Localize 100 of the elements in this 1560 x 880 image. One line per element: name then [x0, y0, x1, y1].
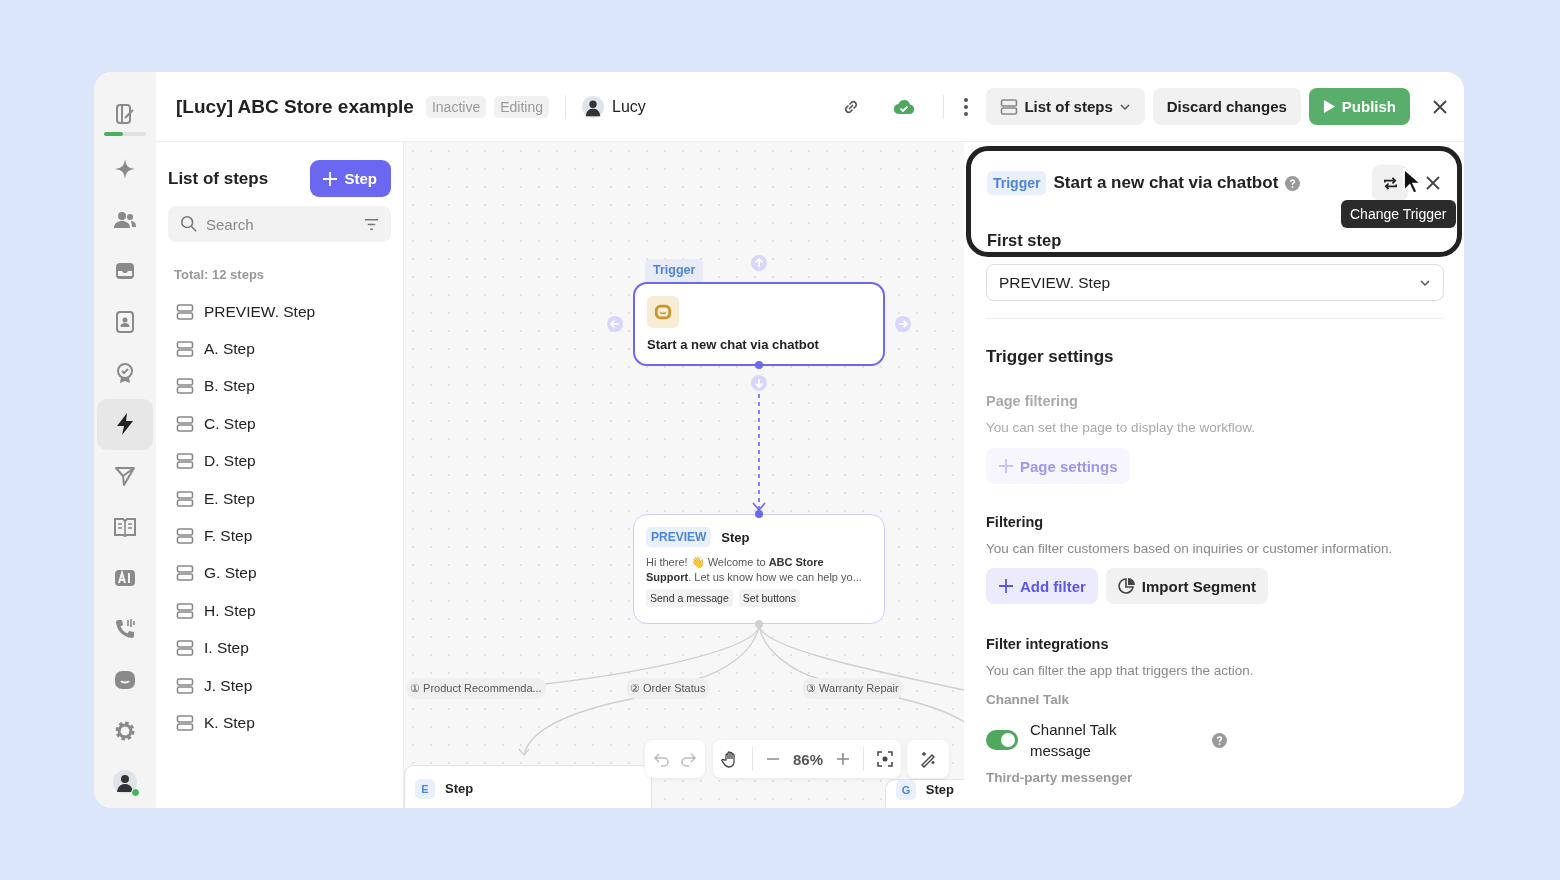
- filter-icon[interactable]: [364, 218, 379, 231]
- step-letter: G: [896, 780, 916, 800]
- play-icon: [1322, 99, 1336, 114]
- step-list-item[interactable]: E. Step: [168, 479, 391, 518]
- trigger-label: Trigger: [645, 259, 704, 283]
- action-chip: Set buttons: [738, 589, 800, 607]
- first-step-label: First step: [987, 231, 1063, 250]
- search-icon: [180, 215, 198, 233]
- toggle-switch[interactable]: [986, 730, 1018, 750]
- zoom-level: 86%: [792, 750, 823, 768]
- zoom-in-icon[interactable]: [835, 752, 850, 766]
- step-list-item[interactable]: A. Step: [168, 330, 391, 368]
- step-list-item[interactable]: B. Step: [168, 367, 391, 406]
- redo-icon[interactable]: [679, 750, 697, 768]
- plus-icon: [322, 170, 339, 187]
- step-node[interactable]: G Step: [885, 779, 964, 808]
- user-name: Lucy: [612, 97, 646, 116]
- section-description: You can filter customers based on inquiries or customer information.: [986, 541, 1394, 556]
- change-trigger-button[interactable]: [1372, 165, 1408, 201]
- connector-dot: [755, 510, 763, 518]
- step-icon: [176, 601, 194, 620]
- step-icon: [176, 676, 194, 695]
- step-icon: [176, 527, 194, 546]
- step-list-item[interactable]: K. Step: [168, 704, 391, 742]
- section-description: You can filter the app that triggers the action.: [986, 663, 1255, 678]
- step-list-item[interactable]: PREVIEW. Step: [168, 293, 391, 331]
- phone-icon: [113, 617, 137, 641]
- edit-icon: [113, 101, 137, 126]
- workflow-title: [Lucy] ABC Store example: [176, 95, 414, 118]
- list-of-steps-button[interactable]: List of steps: [986, 88, 1145, 125]
- branch-label[interactable]: ① Product Recommenda...: [406, 678, 546, 699]
- step-list-item[interactable]: G. Step: [168, 554, 391, 593]
- step-list-item[interactable]: D. Step: [168, 442, 391, 480]
- group-label: Channel Talk: [986, 692, 1071, 707]
- step-icon: [176, 639, 194, 658]
- user-avatar: [582, 95, 604, 118]
- step-list-item[interactable]: I. Step: [168, 629, 391, 667]
- help-icon[interactable]: [1212, 732, 1227, 748]
- user-avatar[interactable]: [113, 770, 137, 795]
- step-list-item[interactable]: F. Step: [168, 517, 391, 555]
- step-icon: [176, 377, 194, 396]
- undo-icon[interactable]: [653, 750, 671, 768]
- pie-chart-icon: [1117, 577, 1136, 595]
- chat-icon: [647, 296, 679, 328]
- tooltip: Change Trigger: [1341, 200, 1456, 228]
- search-field[interactable]: Search: [168, 206, 391, 242]
- step-icon: [176, 340, 194, 359]
- step-list-item[interactable]: J. Step: [168, 666, 391, 705]
- help-icon[interactable]: [1285, 175, 1301, 191]
- plus-icon: [998, 458, 1014, 474]
- section-heading: Filtering: [986, 514, 1045, 530]
- close-icon[interactable]: [1425, 175, 1441, 191]
- connector-line: [898, 697, 964, 723]
- node-title: Step: [721, 529, 750, 545]
- contact-card-icon: [113, 310, 137, 335]
- group-label: Third-party messenger: [986, 770, 1134, 785]
- step-icon: [176, 302, 194, 321]
- more-icon[interactable]: [964, 97, 969, 116]
- section-description: You can set the page to display the workflow.: [986, 420, 1256, 435]
- trigger-node[interactable]: Start a new chat via chatbot: [633, 282, 885, 366]
- panel-title: List of steps: [168, 168, 269, 189]
- step-icon: [176, 564, 194, 583]
- section-heading: Filter integrations: [986, 636, 1110, 652]
- node-title: Start a new chat via chatbot: [647, 337, 820, 352]
- connector-dot: [755, 361, 763, 369]
- fit-view-icon[interactable]: [876, 751, 893, 767]
- add-step-button[interactable]: Step: [310, 160, 391, 197]
- branch-label[interactable]: ③ Warranty Repair: [802, 678, 903, 699]
- message-preview: Hi there! 👋 Welcome to ABC Store Support. Let us know how we can help yo...: [646, 555, 863, 585]
- toggle-label: Channel Talk message: [1030, 720, 1118, 761]
- plus-icon: [998, 578, 1014, 594]
- connector-dot: [755, 620, 763, 628]
- import-segment-button[interactable]: Import Segment: [1105, 568, 1269, 604]
- step-icon: [176, 414, 194, 433]
- step-list-item[interactable]: C. Step: [168, 405, 391, 443]
- branch-label[interactable]: ② Order Status: [626, 678, 710, 699]
- magic-button[interactable]: [907, 740, 949, 778]
- step-icon: [176, 489, 194, 508]
- action-chip: Send a message: [646, 589, 733, 607]
- status-badge: Inactive: [425, 95, 487, 118]
- step-tag: PREVIEW: [646, 527, 712, 547]
- step-letter: E: [415, 779, 435, 799]
- step-icon: [1000, 97, 1019, 116]
- cloud-check-icon: [893, 98, 916, 115]
- step-node[interactable]: E Step: [404, 765, 652, 808]
- step-node[interactable]: PREVIEW Step Hi there! 👋 Welcome to ABC Store Support. Let us know how we can help yo... Send a message Set buttons: [633, 514, 885, 624]
- nav-item[interactable]: [97, 398, 153, 450]
- pointer-cursor-icon: [1403, 168, 1421, 195]
- node-title: Step: [445, 781, 474, 796]
- discard-changes-button[interactable]: Discard changes: [1152, 88, 1301, 125]
- close-icon[interactable]: [1432, 98, 1448, 115]
- trigger-tag: Trigger: [987, 171, 1047, 195]
- trigger-title: Start a new chat via chatbot: [1053, 173, 1279, 193]
- magic-wand-icon: [919, 750, 937, 768]
- section-heading: Page filtering: [986, 393, 1079, 409]
- add-filter-button[interactable]: Add filter: [986, 568, 1098, 604]
- steps-count: Total: 12 steps: [174, 267, 266, 282]
- first-step-dropdown[interactable]: PREVIEW. Step: [986, 264, 1444, 301]
- step-list-item[interactable]: H. Step: [168, 592, 391, 630]
- step-icon: [176, 714, 194, 732]
